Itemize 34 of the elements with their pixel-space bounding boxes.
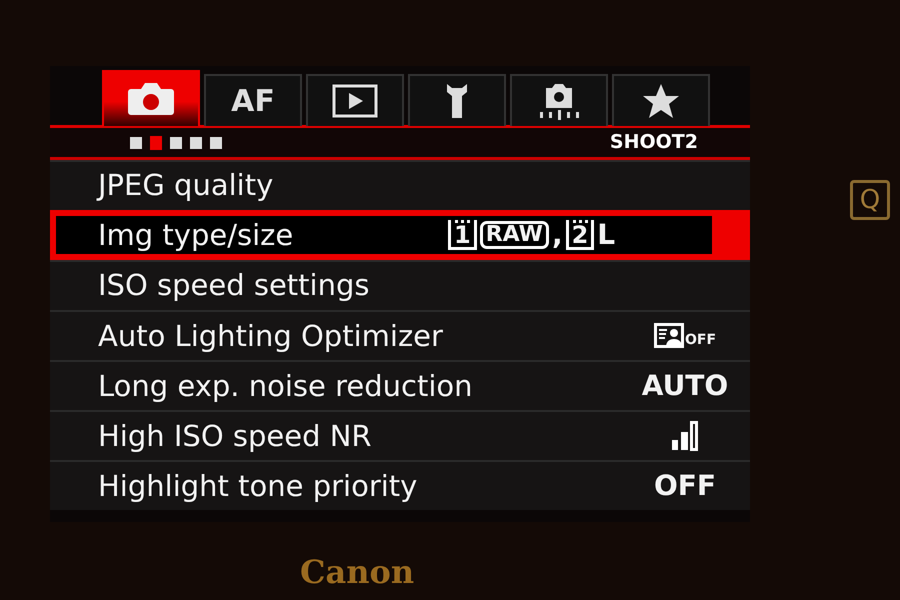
menu-item[interactable]: Img type/size 1 RAW , 2 L [50,210,750,260]
menu-tab[interactable] [102,70,200,126]
menu-item-label: Img type/size [98,216,294,254]
card-slot-number: 2 [566,220,594,250]
menu-item-label: Long exp. noise reduction [98,368,472,404]
menu-tab[interactable] [612,74,710,126]
menu-item-label: Highlight tone priority [98,468,418,504]
setting-value: AUTO [642,368,728,404]
setting-value: , [552,217,563,253]
card-slot-number: 1 [448,220,477,250]
setting-value: L [597,217,616,253]
star-icon [642,83,680,119]
menu-item[interactable]: High ISO speed NR [50,410,750,460]
camera-icon [127,81,175,117]
play-icon [332,84,378,118]
menu-item-label: Auto Lighting Optimizer [98,318,444,354]
setting-value: OFF [684,332,716,349]
menu-item[interactable]: JPEG quality [50,160,750,210]
menu-tab[interactable] [510,74,608,126]
setting-value: OFF [654,468,716,504]
raw-badge: RAW [480,221,549,249]
menu-item-label: High ISO speed NR [98,418,373,454]
menu-item[interactable]: Long exp. noise reduction AUTO [50,360,750,410]
brand-logo: Canon [300,556,414,588]
page-title: SHOOT2 [610,130,698,156]
menu-tab[interactable] [408,74,506,126]
menu-tab[interactable]: AF [204,74,302,126]
quick-button[interactable]: Q [850,180,890,220]
menu-item[interactable]: Auto Lighting Optimizer OFF [50,310,750,360]
menu-tab[interactable] [306,74,404,126]
noise-level-icon [670,420,700,452]
menu-item[interactable]: ISO speed settings [50,260,750,310]
portrait-icon [654,323,684,349]
menu-item[interactable]: Highlight tone priority OFF [50,460,750,510]
